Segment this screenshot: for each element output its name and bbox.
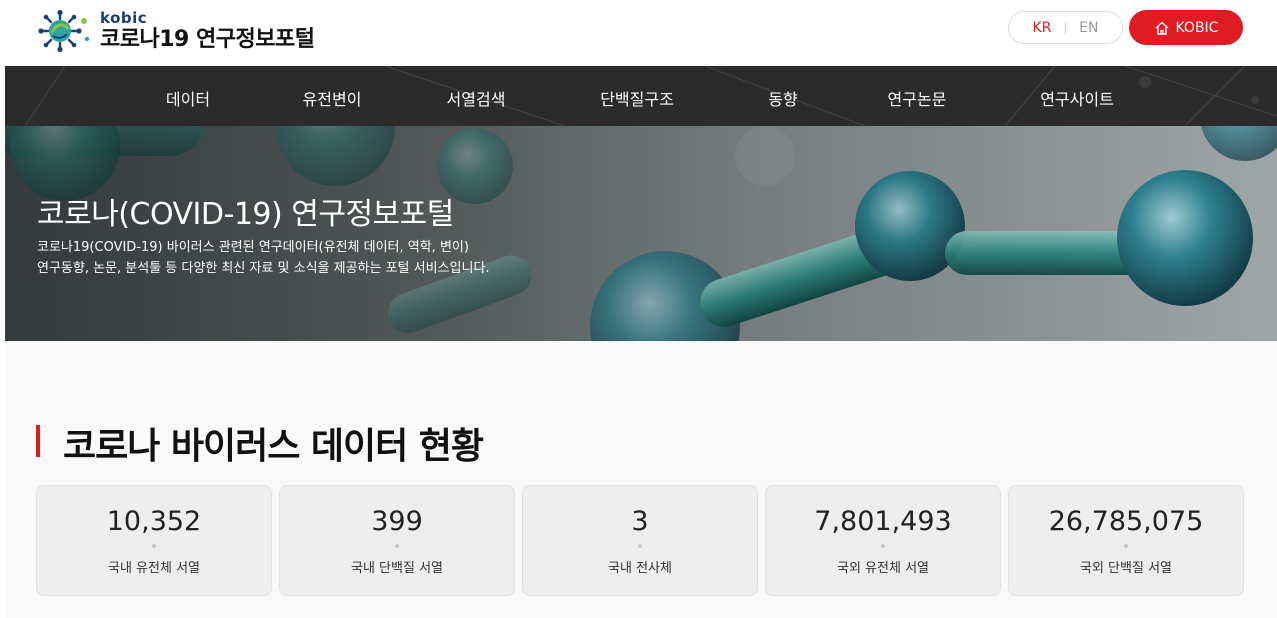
- nav-item-papers[interactable]: 연구논문: [888, 86, 947, 110]
- virus-logo-icon: [38, 9, 90, 53]
- nav-item-protein-structure[interactable]: 단백질구조: [600, 86, 674, 110]
- nav-item-variants[interactable]: 유전변이: [303, 86, 362, 110]
- nav-item-research-sites[interactable]: 연구사이트: [1040, 86, 1114, 110]
- stat-card-foreign-protein[interactable]: 26,785,075 국외 단백질 서열: [1008, 485, 1244, 596]
- stat-card-domestic-protein[interactable]: 399 국내 단백질 서열: [279, 485, 515, 596]
- stat-value: 7,801,493: [814, 506, 952, 537]
- stat-label: 국내 단백질 서열: [351, 561, 443, 576]
- stat-value: 10,352: [106, 506, 202, 537]
- stat-divider-dot: [152, 544, 156, 548]
- stat-card-domestic-transcriptome[interactable]: 3 국내 전사체: [522, 485, 758, 596]
- kobic-home-button[interactable]: KOBIC: [1129, 10, 1243, 45]
- logo-brand: kobic: [100, 9, 148, 27]
- stat-card-domestic-genome[interactable]: 10,352 국내 유전체 서열: [36, 485, 272, 596]
- language-switcher: KR | EN: [1008, 11, 1123, 44]
- logo-title: 코로나19 연구정보포털: [100, 27, 315, 52]
- nav-item-trends[interactable]: 동향: [768, 86, 797, 110]
- site-header: kobic 코로나19 연구정보포털 KR | EN KOBIC: [0, 0, 1277, 66]
- site-logo[interactable]: kobic 코로나19 연구정보포털: [34, 6, 315, 56]
- stat-value: 3: [631, 506, 649, 537]
- hero-title: 코로나(COVID-19) 연구정보포털: [37, 197, 454, 232]
- lang-kr-link[interactable]: KR: [1033, 20, 1052, 36]
- nav-item-data[interactable]: 데이터: [166, 86, 210, 110]
- stat-label: 국외 유전체 서열: [837, 561, 929, 576]
- hero-description-line: 코로나19(COVID-19) 바이러스 관련된 연구데이터(유전체 데이터, …: [37, 240, 469, 255]
- data-status-section: 코로나 바이러스 데이터 현황 10,352 국내 유전체 서열 399 국내 …: [5, 341, 1277, 618]
- lang-en-link[interactable]: EN: [1079, 20, 1098, 36]
- stat-card-foreign-genome[interactable]: 7,801,493 국외 유전체 서열: [765, 485, 1001, 596]
- stat-label: 국내 유전체 서열: [108, 561, 200, 576]
- stat-label: 국내 전사체: [608, 561, 672, 576]
- section-title: 코로나 바이러스 데이터 현황: [63, 426, 484, 467]
- stat-label: 국외 단백질 서열: [1080, 561, 1172, 576]
- section-title-accent: [36, 425, 40, 457]
- hero-description: 코로나19(COVID-19) 바이러스 관련된 연구데이터(유전체 데이터, …: [37, 237, 490, 279]
- stat-value: 26,785,075: [1048, 506, 1204, 537]
- main-nav: 데이터 유전변이 서열검색 단백질구조 동향 연구논문 연구사이트: [5, 66, 1277, 126]
- stat-value: 399: [371, 506, 423, 537]
- stat-divider-dot: [881, 544, 885, 548]
- stat-divider-dot: [395, 544, 399, 548]
- hero-description-line: 연구동향, 논문, 분석툴 등 다양한 최신 자료 및 소식을 제공하는 포털 …: [37, 261, 490, 276]
- lang-separator: |: [1063, 21, 1068, 34]
- kobic-button-label: KOBIC: [1175, 19, 1219, 36]
- nav-item-sequence-search[interactable]: 서열검색: [447, 86, 506, 110]
- stat-divider-dot: [1124, 544, 1128, 548]
- stat-divider-dot: [638, 544, 642, 548]
- hero-banner: 코로나(COVID-19) 연구정보포털 코로나19(COVID-19) 바이러…: [5, 126, 1277, 341]
- home-icon: [1155, 21, 1168, 35]
- molecule-background-image: [5, 126, 1277, 341]
